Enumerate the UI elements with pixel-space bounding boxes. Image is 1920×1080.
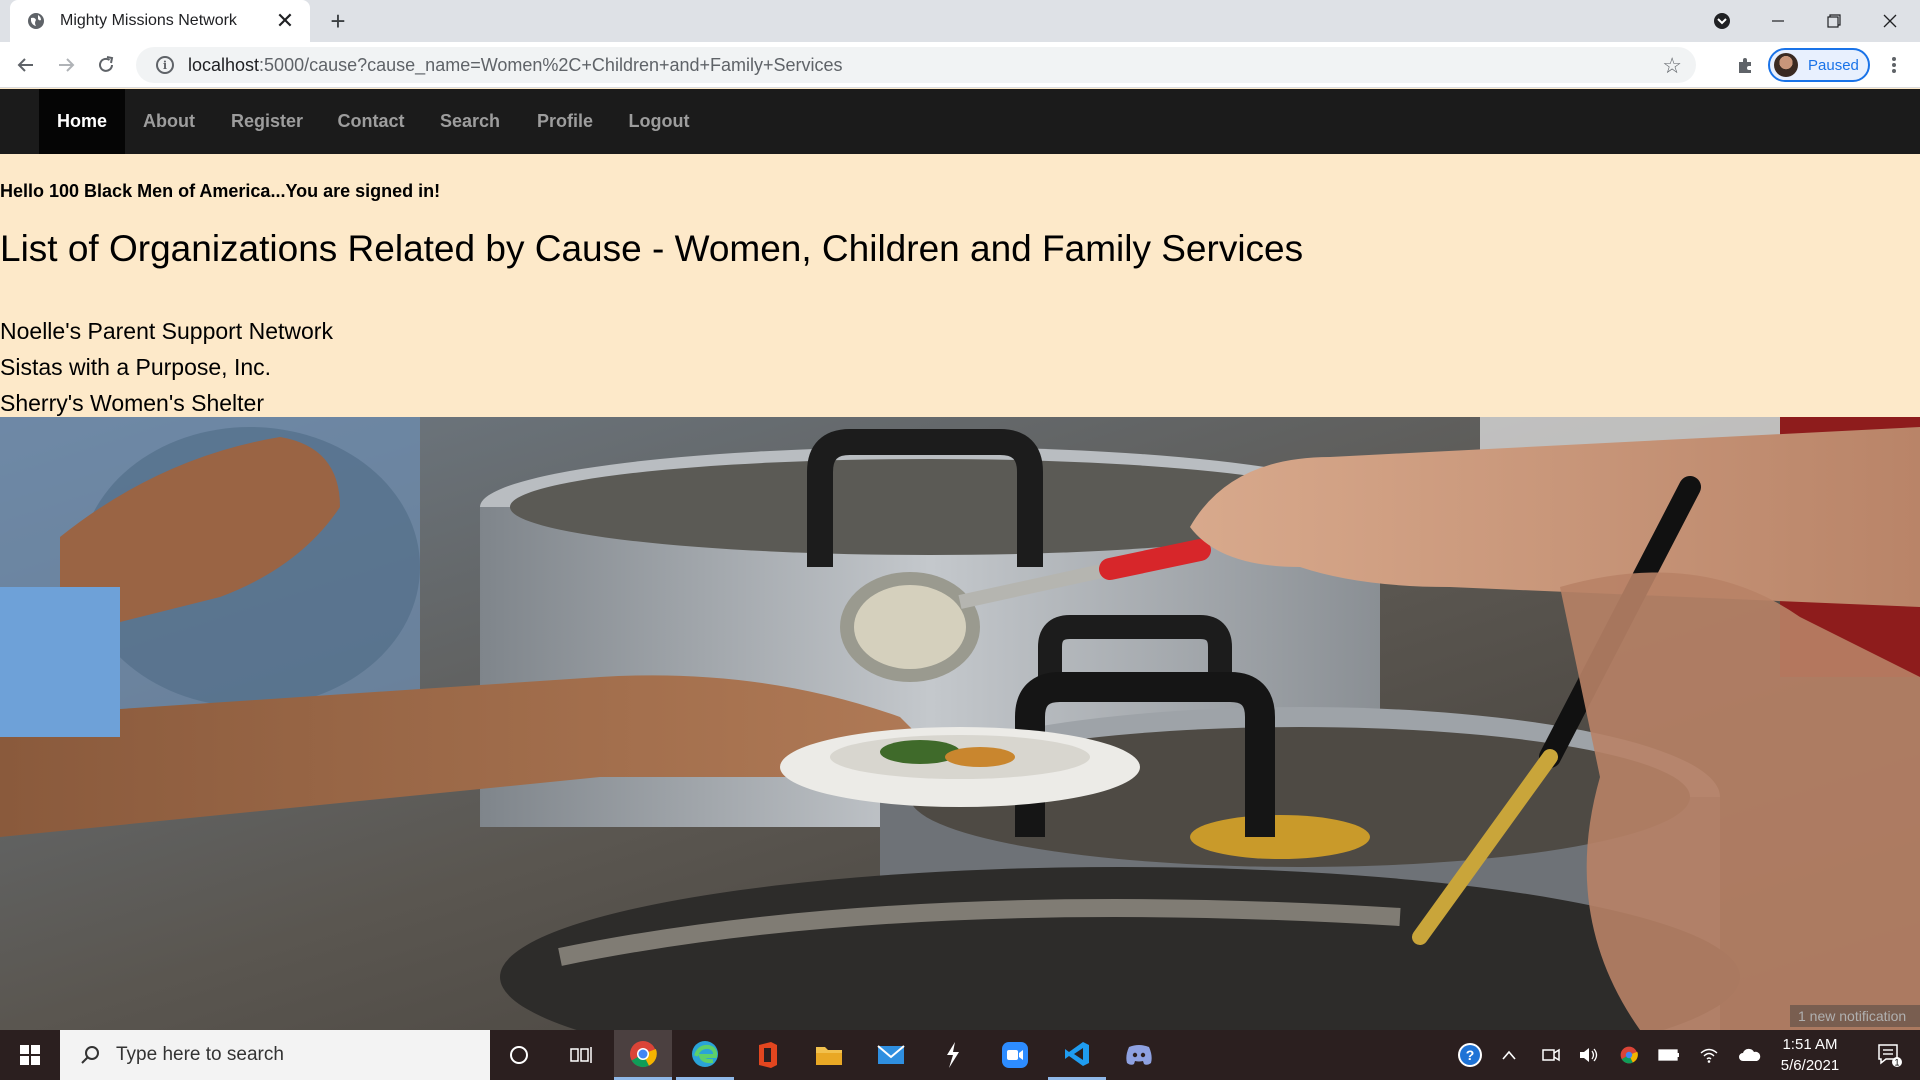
tray-chrome-icon[interactable] <box>1614 1030 1644 1080</box>
vscode-icon <box>1065 1041 1089 1066</box>
taskbar-search-placeholder: Type here to search <box>116 1044 284 1065</box>
profile-button[interactable]: Paused <box>1768 48 1870 82</box>
site-navbar: Home About Register Contact Search Profi… <box>0 89 1920 154</box>
edge-icon <box>692 1040 718 1067</box>
taskbar-clock[interactable]: 1:51 AM 5/6/2021 <box>1774 1034 1846 1076</box>
reload-icon <box>99 56 114 72</box>
task-view-icon <box>570 1047 592 1063</box>
chrome-icon <box>630 1040 657 1067</box>
tray-overflow-chevron-icon[interactable] <box>1494 1030 1524 1080</box>
battery-icon[interactable] <box>1654 1030 1684 1080</box>
url-text[interactable]: localhost:5000/cause?cause_name=Women%2C… <box>188 55 843 76</box>
page-title: List of Organizations Related by Cause -… <box>0 228 1304 269</box>
browser-tabstrip: Mighty Missions Network ✕ + <box>0 0 1920 42</box>
taskbar-app-lightning[interactable] <box>924 1030 982 1080</box>
taskbar-vscode[interactable] <box>1048 1030 1106 1080</box>
browser-menu-button[interactable] <box>1880 51 1908 79</box>
arrow-right-icon <box>59 58 75 72</box>
taskbar-edge[interactable] <box>676 1030 734 1080</box>
nav-about[interactable]: About <box>125 89 213 154</box>
arrow-left-icon <box>17 58 33 72</box>
browser-toolbar: i localhost:5000/cause?cause_name=Women%… <box>0 42 1920 88</box>
discord-icon <box>1126 1045 1152 1065</box>
signed-in-greeting: Hello 100 Black Men of America...You are… <box>0 181 441 201</box>
puzzle-icon <box>1739 58 1751 73</box>
notification-count: 1 <box>1894 1058 1899 1068</box>
browser-tab[interactable]: Mighty Missions Network ✕ <box>10 0 310 42</box>
help-icon: ? <box>1458 1043 1482 1067</box>
nav-register[interactable]: Register <box>213 89 321 154</box>
avatar <box>1774 53 1798 77</box>
lightning-icon <box>947 1042 959 1068</box>
taskbar-office[interactable] <box>738 1030 796 1080</box>
forward-button[interactable] <box>52 51 80 79</box>
office-icon <box>759 1042 777 1068</box>
onedrive-cloud-icon[interactable] <box>1734 1030 1766 1080</box>
bookmark-star-icon[interactable]: ☆ <box>1662 53 1682 79</box>
nav-home[interactable]: Home <box>39 89 125 154</box>
search-icon <box>81 1046 99 1064</box>
chevron-down-icon <box>1714 13 1730 29</box>
taskbar-search-box[interactable]: Type here to search <box>60 1030 490 1080</box>
start-button[interactable] <box>0 1030 60 1080</box>
globe-icon <box>26 11 46 31</box>
windows-taskbar: Type here to search ? 1:51 AM 5/6/2021 1 <box>0 1030 1920 1080</box>
nav-profile[interactable]: Profile <box>519 89 611 154</box>
tab-search-button[interactable] <box>1694 0 1750 42</box>
organization-item[interactable]: Noelle's Parent Support Network <box>0 318 333 345</box>
kebab-menu-icon <box>1892 57 1896 73</box>
clock-time: 1:51 AM <box>1782 1036 1838 1053</box>
new-tab-button[interactable]: + <box>324 8 352 36</box>
organization-item[interactable]: Sistas with a Purpose, Inc. <box>0 354 271 381</box>
help-tray-icon[interactable]: ? <box>1450 1030 1490 1080</box>
cortana-button[interactable] <box>490 1030 548 1080</box>
tab-title: Mighty Missions Network <box>60 12 237 29</box>
new-notification-toast[interactable]: 1 new notification <box>1790 1005 1920 1027</box>
taskbar-discord[interactable] <box>1110 1030 1168 1080</box>
close-window-button[interactable] <box>1862 0 1918 42</box>
restore-button[interactable] <box>1806 0 1862 42</box>
extensions-button[interactable] <box>1732 51 1760 79</box>
reload-button[interactable] <box>92 51 120 79</box>
wifi-icon[interactable] <box>1694 1030 1724 1080</box>
volume-icon[interactable] <box>1574 1030 1604 1080</box>
meet-now-icon[interactable] <box>1536 1030 1566 1080</box>
back-button[interactable] <box>12 51 40 79</box>
zoom-icon <box>1002 1042 1028 1068</box>
main-content: Hello 100 Black Men of America...You are… <box>0 154 1920 417</box>
address-bar[interactable]: i localhost:5000/cause?cause_name=Women%… <box>136 47 1696 83</box>
windows-logo-icon <box>20 1045 40 1065</box>
action-center-button[interactable]: 1 <box>1864 1030 1914 1080</box>
hero-image <box>0 417 1920 1030</box>
folder-icon <box>816 1047 842 1065</box>
nav-contact[interactable]: Contact <box>321 89 421 154</box>
taskbar-mail[interactable] <box>862 1030 920 1080</box>
svg-text:?: ? <box>1466 1047 1475 1063</box>
nav-search[interactable]: Search <box>421 89 519 154</box>
taskbar-file-explorer[interactable] <box>800 1030 858 1080</box>
cortana-circle-icon <box>510 1046 528 1064</box>
minimize-button[interactable] <box>1750 0 1806 42</box>
organization-item[interactable]: Sherry's Women's Shelter <box>0 390 264 417</box>
clock-date: 5/6/2021 <box>1780 1057 1840 1074</box>
taskbar-zoom[interactable] <box>986 1030 1044 1080</box>
tab-close-icon[interactable]: ✕ <box>274 10 296 32</box>
notification-icon: 1 <box>1878 1044 1902 1068</box>
taskbar-chrome[interactable] <box>614 1030 672 1080</box>
profile-status: Paused <box>1808 56 1859 74</box>
task-view-button[interactable] <box>552 1030 610 1080</box>
mail-icon <box>877 1045 905 1064</box>
nav-logout[interactable]: Logout <box>611 89 707 154</box>
info-icon[interactable]: i <box>156 56 174 74</box>
